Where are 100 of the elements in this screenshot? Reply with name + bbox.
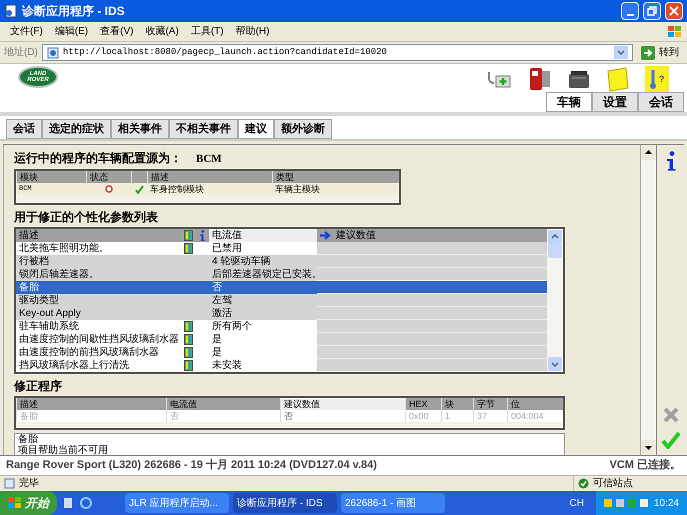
column-header: 电流值 xyxy=(209,228,317,242)
taskbar-item[interactable]: 262686-1 - 画图 xyxy=(341,493,445,513)
browser-icon[interactable] xyxy=(79,496,93,510)
table-cell: 37 xyxy=(473,410,507,422)
menu-item[interactable]: 文件(F) xyxy=(4,24,49,39)
tab[interactable]: 选定的症状 xyxy=(42,119,111,139)
scrollbar[interactable] xyxy=(547,228,563,372)
table-cell: 锁闭后轴差速器。 xyxy=(16,268,181,280)
address-label: 地址(D) xyxy=(4,46,38,60)
table-cell: 否 xyxy=(166,410,280,422)
config-source: BCM xyxy=(196,152,222,167)
table-cell: 4 轮驱动车辆 xyxy=(209,254,317,268)
battery-icon[interactable] xyxy=(567,68,591,90)
table-cell: 备胎 xyxy=(16,280,181,294)
tab[interactable]: 相关事件 xyxy=(111,119,169,139)
table-cell: 0x00 xyxy=(405,410,441,422)
tab[interactable]: 会话 xyxy=(6,119,42,139)
parameter-row[interactable]: 锁闭后轴差速器。 后部差速器锁定已安装。 xyxy=(16,268,547,280)
device-icon[interactable] xyxy=(527,66,553,92)
table-cell-text: 车身控制模块 xyxy=(149,182,205,196)
page-icon xyxy=(4,478,15,489)
module-icon xyxy=(184,320,192,332)
zone-text: 可信站点 xyxy=(593,476,633,491)
section-heading: 用于修正的个性化参数列表 xyxy=(14,208,159,226)
tab[interactable]: 额外诊断 xyxy=(274,119,332,139)
section-heading: 修正程序 xyxy=(14,378,63,394)
menu-item[interactable]: 收藏(A) xyxy=(139,24,185,39)
parameter-row[interactable]: 由速度控制的间歇性挡风玻璃刮水器 是 xyxy=(16,332,547,346)
module-icon xyxy=(184,242,192,254)
module-icon xyxy=(184,360,192,370)
module-icon xyxy=(184,230,192,240)
restore-button[interactable] xyxy=(643,2,661,20)
parameter-row[interactable]: 由速度控制的前挡风玻璃刮水器 是 xyxy=(16,346,547,358)
table-cell: 激活 xyxy=(209,306,317,320)
header-tab[interactable]: 会话 xyxy=(638,92,684,112)
check-circle-icon xyxy=(578,478,589,489)
connection-status: VCM 已连接。 xyxy=(610,458,681,474)
table-cell: 由速度控制的间歇性挡风玻璃刮水器 xyxy=(16,332,181,346)
parameter-row[interactable]: 行被档 4 轮驱动车辆 xyxy=(16,254,547,268)
arrow-icon xyxy=(641,46,655,60)
page-icon xyxy=(46,46,59,58)
sensor-help-icon[interactable]: ? xyxy=(645,66,669,92)
scroll-up-icon[interactable] xyxy=(641,145,656,160)
column-header: 建议数值 xyxy=(335,228,377,242)
table-cell: 后部差速器锁定已安装。 xyxy=(209,268,317,280)
module-icon xyxy=(184,346,192,358)
parameter-row[interactable]: 北美拖车照明功能。 已禁用 xyxy=(16,242,547,254)
column-header: 建议数值 xyxy=(280,398,405,410)
parameter-row[interactable]: 驱动类型 左驾 xyxy=(16,294,547,306)
start-button[interactable]: 开始 xyxy=(0,491,57,515)
taskbar-item[interactable]: 诊断应用程序 - IDS xyxy=(233,493,337,513)
windows-logo-icon xyxy=(667,24,683,38)
address-field[interactable]: http://localhost:8080/pagecp_launch.action?candidateId=10020 xyxy=(42,44,633,61)
minimize-button[interactable] xyxy=(621,2,639,20)
scroll-down-icon[interactable] xyxy=(641,440,656,455)
table-cell-text: 车辆主模块 xyxy=(274,182,321,196)
menu-item[interactable]: 工具(T) xyxy=(184,24,230,39)
parameter-row[interactable]: 挡风玻璃刮水器上行清洗 未安装 xyxy=(16,358,547,372)
taskbar-item[interactable]: JLR 应用程序启动... xyxy=(125,493,229,513)
header-tab[interactable]: 车辆 xyxy=(546,92,592,112)
parameter-row[interactable]: 驻车辅助系统 所有两个 xyxy=(16,320,547,332)
language-indicator: CH xyxy=(568,496,585,510)
windows-logo-icon xyxy=(8,497,21,509)
table-cell: 未安装 xyxy=(209,358,317,372)
parameter-row[interactable]: 备胎 否 xyxy=(16,280,547,294)
scrollbar[interactable] xyxy=(640,145,656,455)
table-cell: 所有两个 xyxy=(209,320,317,332)
table-cell: 否 xyxy=(280,410,405,422)
table-cell: 挡风玻璃刮水器上行清洗 xyxy=(16,358,181,372)
url-text: http://localhost:8080/pagecp_launch.action?candidateId=10020 xyxy=(62,46,388,59)
parameter-row[interactable]: Key-out Apply 激活 xyxy=(16,306,547,320)
table-cell: 由速度控制的前挡风玻璃刮水器 xyxy=(16,346,181,358)
table-cell: 驱动类型 xyxy=(16,294,181,306)
table-cell: 北美拖车照明功能。 xyxy=(16,242,181,254)
table-cell: 004:004 xyxy=(507,410,563,422)
header-tab[interactable]: 设置 xyxy=(592,92,638,112)
status-icon xyxy=(104,185,112,194)
column-header: 描述 xyxy=(18,228,40,242)
restore-icon xyxy=(647,6,657,16)
table-cell: 行被档 xyxy=(16,254,181,268)
tab[interactable]: 不相关事件 xyxy=(169,119,238,139)
vehicle-info: Range Rover Sport (L320) 262686 - 19 十月 2011 10:24 (DVD127.04 v.84) xyxy=(6,458,378,474)
section-heading: 运行中的程序的车辆配置源为： xyxy=(14,150,182,167)
menu-item[interactable]: 编辑(E) xyxy=(48,24,94,39)
table-cell: 否 xyxy=(209,280,317,294)
scroll-thumb-icon[interactable] xyxy=(548,244,562,258)
close-button[interactable] xyxy=(665,2,683,20)
quick-launch-icon[interactable] xyxy=(61,496,75,510)
menu-item[interactable]: 帮助(H) xyxy=(230,24,276,39)
table-cell: 已禁用 xyxy=(209,242,317,254)
go-button[interactable]: 转到 xyxy=(637,45,683,60)
clock: 10:24 xyxy=(654,496,679,510)
tray-icons-drawing xyxy=(604,497,650,509)
minimize-icon xyxy=(626,14,634,16)
close-icon xyxy=(669,6,679,16)
menu-item[interactable]: 查看(V) xyxy=(94,24,140,39)
table-cell: 1 xyxy=(441,410,473,422)
table-cell: 备胎 xyxy=(16,410,166,422)
window-title: 诊断应用程序 - IDS xyxy=(22,3,126,20)
tab[interactable]: 建议 xyxy=(238,119,274,139)
